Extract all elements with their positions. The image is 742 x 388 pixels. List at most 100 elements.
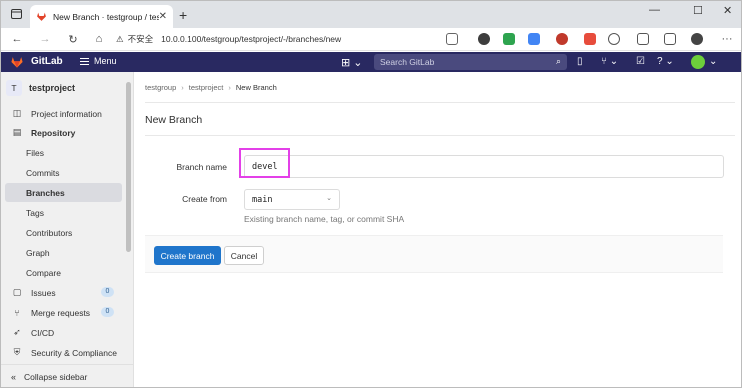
- chevron-down-icon[interactable]: ⌄: [709, 56, 717, 67]
- branch-name-input[interactable]: devel: [244, 155, 724, 178]
- sidebar-item-branches[interactable]: Branches: [5, 183, 122, 202]
- sidebar-item-graph[interactable]: Graph: [5, 243, 122, 262]
- cancel-button[interactable]: Cancel: [224, 246, 264, 265]
- hamburger-icon: [80, 56, 89, 67]
- sidebar-item-label: Compare: [26, 267, 61, 278]
- sidebar-item-label: Commits: [26, 167, 60, 178]
- close-window-icon[interactable]: ✕: [723, 4, 732, 17]
- insecure-label: 不安全: [127, 34, 154, 44]
- address-bar[interactable]: ⚠ 不安全 10.0.0.100/testgroup/testproject/-…: [116, 30, 456, 48]
- main-content: testgroup › testproject › New Branch New…: [135, 72, 741, 387]
- chevron-down-icon: ⌄: [326, 194, 332, 202]
- user-avatar[interactable]: [691, 55, 705, 69]
- divider: [145, 135, 735, 136]
- home-icon[interactable]: ⌂: [91, 31, 107, 47]
- sidebar-item-issues[interactable]: ▢ Issues 0: [5, 283, 122, 302]
- sidebar-item-label: Merge requests: [31, 307, 91, 318]
- browser-nav-bar: ← → ↻ ⌂ ⚠ 不安全 10.0.0.100/testgroup/testp…: [1, 28, 741, 51]
- issues-icon: ▢: [12, 287, 22, 297]
- site-permissions-icon[interactable]: [446, 33, 458, 45]
- info-icon: ◫: [12, 108, 22, 118]
- search-placeholder: Search GitLab: [380, 57, 435, 67]
- sidebar-item-label: Security & Compliance: [31, 347, 117, 358]
- sidebar-scrollbar[interactable]: [124, 72, 133, 364]
- sidebar-project[interactable]: T testproject: [6, 80, 75, 96]
- sidebar-item-label: Files: [26, 147, 44, 158]
- more-icon[interactable]: ···: [719, 31, 735, 47]
- scrollbar-thumb[interactable]: [126, 82, 131, 252]
- gitlab-brand[interactable]: GitLab: [31, 56, 63, 67]
- profile-avatar-icon[interactable]: [691, 33, 703, 45]
- window-menu-icon[interactable]: [8, 6, 24, 22]
- issues-shortcut-icon[interactable]: ▯: [577, 56, 583, 67]
- issues-count-badge: 0: [101, 287, 114, 297]
- sidebar-item-compare[interactable]: Compare: [5, 263, 122, 282]
- sidebar-item-label: Branches: [26, 187, 65, 198]
- breadcrumb-current[interactable]: New Branch: [236, 83, 277, 92]
- sidebar-item-merge-requests[interactable]: ⑂ Merge requests 0: [5, 303, 122, 322]
- branch-name-label: Branch name: [176, 162, 227, 172]
- search-input[interactable]: Search GitLab ⌕: [374, 54, 567, 70]
- sidebar-item-security-compliance[interactable]: ⛨ Security & Compliance: [5, 343, 122, 362]
- menu-button[interactable]: Menu: [80, 56, 117, 67]
- sidebar-item-files[interactable]: Files: [5, 143, 122, 162]
- sidebar-item-contributors[interactable]: Contributors: [5, 223, 122, 242]
- extension-icon[interactable]: [584, 33, 596, 45]
- merge-requests-icon[interactable]: ⑂ ⌄: [601, 56, 618, 67]
- extension-icon[interactable]: [478, 33, 490, 45]
- gitlab-logo-icon[interactable]: [10, 55, 24, 69]
- sidebar-item-project-information[interactable]: ◫ Project information: [5, 104, 122, 123]
- shield-icon: ⛨: [13, 347, 21, 357]
- extensions-puzzle-icon[interactable]: [608, 33, 620, 45]
- chevron-right-icon: ›: [181, 83, 184, 92]
- browser-tab[interactable]: New Branch · testgroup / testproje ✕: [30, 5, 173, 28]
- help-icon[interactable]: ? ⌄: [657, 56, 674, 67]
- extension-icon[interactable]: [556, 33, 568, 45]
- gitlab-favicon-icon: [37, 12, 46, 21]
- sidebar-item-tags[interactable]: Tags: [5, 203, 122, 222]
- sidebar-item-label: Tags: [26, 207, 44, 218]
- sidebar-item-commits[interactable]: Commits: [5, 163, 122, 182]
- create-from-value: main: [252, 195, 273, 205]
- create-from-dropdown[interactable]: main ⌄: [244, 189, 340, 210]
- double-chevron-left-icon: «: [11, 371, 17, 382]
- maximize-icon[interactable]: ☐: [693, 4, 703, 17]
- url-text: 10.0.0.100/testgroup/testproject/-/branc…: [161, 34, 342, 44]
- sidebar-item-label: Issues: [31, 287, 56, 298]
- back-icon[interactable]: ←: [9, 31, 25, 47]
- page-title: New Branch: [145, 114, 203, 126]
- create-branch-button[interactable]: Create branch: [154, 246, 221, 265]
- sidebar-item-label: Repository: [31, 127, 76, 138]
- new-tab-icon[interactable]: +: [179, 7, 187, 23]
- shield-extension-icon[interactable]: [503, 33, 515, 45]
- warning-icon: ⚠: [116, 33, 124, 44]
- breadcrumb: testgroup › testproject › New Branch: [145, 83, 277, 92]
- sidebar: T testproject ◫ Project information ▤ Re…: [1, 72, 134, 387]
- forward-icon[interactable]: →: [37, 31, 53, 47]
- tab-close-icon[interactable]: ✕: [159, 11, 167, 22]
- tab-title: New Branch · testgroup / testproje: [53, 11, 159, 22]
- rocket-icon: ➶: [13, 327, 21, 337]
- favorites-icon[interactable]: [637, 33, 649, 45]
- browser-tab-bar: New Branch · testgroup / testproje ✕ + —…: [1, 1, 741, 28]
- new-dropdown-icon[interactable]: ⊞ ⌄: [341, 56, 363, 69]
- breadcrumb-item[interactable]: testgroup: [145, 83, 176, 92]
- highlight-box: [239, 148, 290, 178]
- chevron-right-icon: ›: [228, 83, 231, 92]
- todos-icon[interactable]: ☑: [636, 56, 645, 67]
- translate-icon[interactable]: [528, 33, 540, 45]
- collapse-label: Collapse sidebar: [24, 371, 88, 382]
- sidebar-item-ci-cd[interactable]: ➶ CI/CD: [5, 323, 122, 342]
- project-name: testproject: [29, 83, 76, 93]
- breadcrumb-item[interactable]: testproject: [189, 83, 224, 92]
- sidebar-item-label: Project information: [31, 108, 102, 119]
- sidebar-item-label: Contributors: [26, 227, 73, 238]
- sidebar-item-repository[interactable]: ▤ Repository: [5, 123, 122, 142]
- collapse-sidebar-button[interactable]: « Collapse sidebar: [1, 364, 133, 387]
- merge-icon: ⑂: [14, 307, 20, 318]
- project-avatar: T: [6, 80, 22, 96]
- menu-label: Menu: [94, 56, 117, 67]
- reload-icon[interactable]: ↻: [65, 31, 81, 47]
- minimize-icon[interactable]: —: [649, 4, 660, 16]
- collections-icon[interactable]: [664, 33, 676, 45]
